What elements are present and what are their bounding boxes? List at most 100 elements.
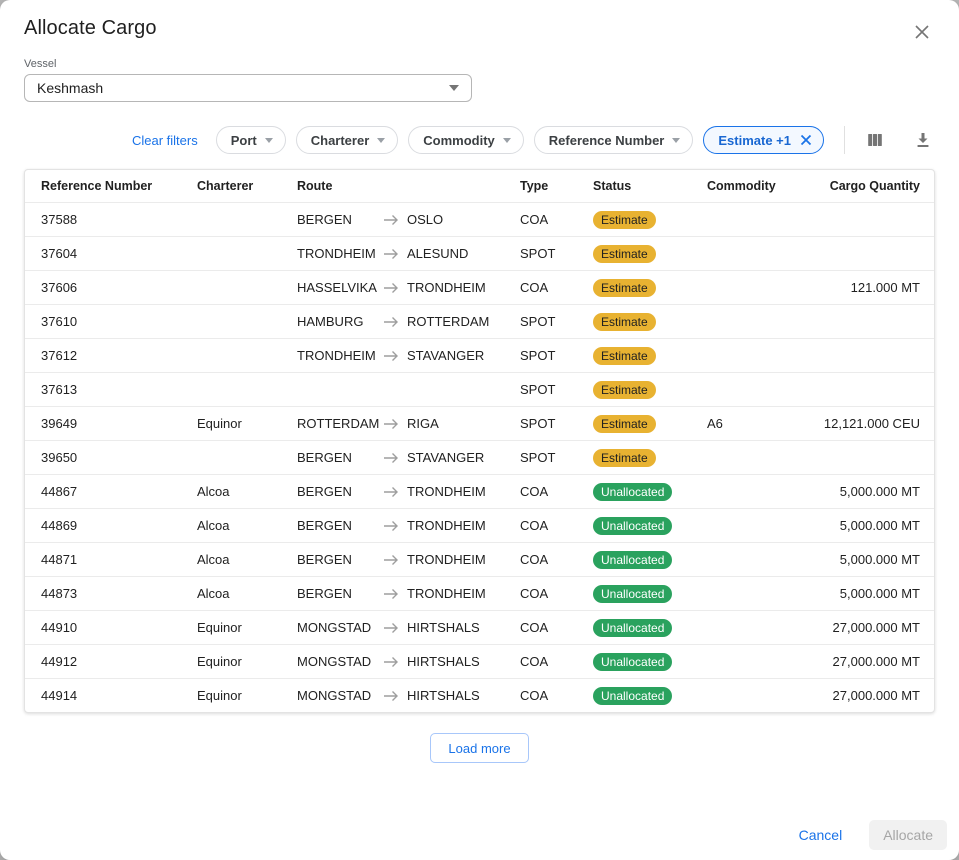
cell-charterer: Equinor bbox=[197, 688, 297, 703]
load-more-button[interactable]: Load more bbox=[430, 733, 528, 763]
status-badge: Unallocated bbox=[593, 551, 672, 569]
table-row[interactable]: 37610HAMBURGROTTERDAMSPOTEstimate bbox=[25, 304, 934, 338]
table-row[interactable]: 39650BERGENSTAVANGERSPOTEstimate bbox=[25, 440, 934, 474]
close-button[interactable] bbox=[909, 19, 935, 45]
filter-chip-commodity[interactable]: Commodity bbox=[408, 126, 524, 154]
cell-status: Estimate bbox=[593, 245, 707, 263]
table-row[interactable]: 44873AlcoaBERGENTRONDHEIMCOAUnallocated5… bbox=[25, 576, 934, 610]
download-button[interactable] bbox=[911, 128, 935, 152]
filter-chip-port[interactable]: Port bbox=[216, 126, 286, 154]
cell-reference-number: 44867 bbox=[41, 484, 197, 499]
status-badge: Estimate bbox=[593, 245, 656, 263]
route-destination: RIGA bbox=[407, 416, 439, 431]
cell-type: COA bbox=[520, 212, 593, 227]
cell-route: BERGENSTAVANGER bbox=[297, 450, 520, 465]
table-row[interactable]: 37612TRONDHEIMSTAVANGERSPOTEstimate bbox=[25, 338, 934, 372]
vessel-select-value: Keshmash bbox=[37, 80, 103, 96]
status-badge: Estimate bbox=[593, 313, 656, 331]
cell-route: MONGSTADHIRTSHALS bbox=[297, 688, 520, 703]
table-row[interactable]: 44869AlcoaBERGENTRONDHEIMCOAUnallocated5… bbox=[25, 508, 934, 542]
cell-cargo-quantity: 5,000.000 MT bbox=[817, 484, 920, 499]
route-arrow-icon bbox=[383, 214, 399, 226]
table-row[interactable]: 44912EquinorMONGSTADHIRTSHALSCOAUnalloca… bbox=[25, 644, 934, 678]
cell-status: Estimate bbox=[593, 347, 707, 365]
route-arrow-icon bbox=[383, 520, 399, 532]
route-arrow-icon bbox=[383, 622, 399, 634]
chevron-down-icon bbox=[377, 138, 385, 143]
route-origin: HASSELVIKA bbox=[297, 280, 383, 295]
vessel-label: Vessel bbox=[24, 58, 935, 70]
cell-status: Estimate bbox=[593, 313, 707, 331]
table-row[interactable]: 37604 TRONDHEIM ALESUND SPOTEstimate bbox=[25, 236, 934, 270]
table-row[interactable]: 44910EquinorMONGSTADHIRTSHALSCOAUnalloca… bbox=[25, 610, 934, 644]
filter-chip-reference-number[interactable]: Reference Number bbox=[534, 126, 694, 154]
cargo-table: Reference Number Charterer Route Type St… bbox=[24, 169, 935, 713]
route-arrow-icon bbox=[383, 282, 399, 294]
vessel-select[interactable]: Keshmash bbox=[24, 74, 472, 102]
close-icon bbox=[913, 29, 931, 44]
filter-chip-label: Port bbox=[231, 133, 257, 148]
cell-reference-number: 37604 bbox=[41, 246, 197, 261]
table-row[interactable]: 44871AlcoaBERGENTRONDHEIMCOAUnallocated5… bbox=[25, 542, 934, 576]
route-origin: HAMBURG bbox=[297, 314, 383, 329]
cell-route: BERGENTRONDHEIM bbox=[297, 552, 520, 567]
route-origin: MONGSTAD bbox=[297, 620, 383, 635]
route-destination: OSLO bbox=[407, 212, 443, 227]
filter-chip-charterer[interactable]: Charterer bbox=[296, 126, 399, 154]
cell-route: HASSELVIKA TRONDHEIM bbox=[297, 280, 520, 295]
cell-status: Unallocated bbox=[593, 653, 707, 671]
table-row[interactable]: 37588BERGENOSLOCOAEstimate bbox=[25, 202, 934, 236]
route-origin: TRONDHEIM bbox=[297, 246, 383, 261]
cell-status: Unallocated bbox=[593, 619, 707, 637]
remove-filter-icon[interactable] bbox=[799, 133, 813, 147]
cell-route: TRONDHEIM ALESUND bbox=[297, 246, 520, 261]
filter-chip-label: Commodity bbox=[423, 133, 495, 148]
status-badge: Unallocated bbox=[593, 585, 672, 603]
table-row[interactable]: 44867AlcoaBERGENTRONDHEIMCOAUnallocated5… bbox=[25, 474, 934, 508]
cell-reference-number: 39649 bbox=[41, 416, 197, 431]
route-destination: TRONDHEIM bbox=[407, 280, 486, 295]
cell-route: BERGENTRONDHEIM bbox=[297, 484, 520, 499]
columns-button[interactable] bbox=[863, 128, 887, 152]
status-badge: Estimate bbox=[593, 415, 656, 433]
cell-cargo-quantity: 12,121.000 CEU bbox=[817, 416, 920, 431]
active-filter-chip-label: Estimate +1 bbox=[718, 133, 791, 148]
cell-cargo-quantity: 121.000 MT bbox=[817, 280, 920, 295]
filter-chip-estimate-active[interactable]: Estimate +1 bbox=[703, 126, 824, 154]
table-row[interactable]: 37606HASSELVIKATRONDHEIMCOAEstimate121.0… bbox=[25, 270, 934, 304]
table-row[interactable]: 44914EquinorMONGSTADHIRTSHALSCOAUnalloca… bbox=[25, 678, 934, 712]
column-header-route: Route bbox=[297, 179, 520, 193]
toolbar-divider bbox=[844, 126, 845, 154]
cell-status: Unallocated bbox=[593, 483, 707, 501]
route-destination: ALESUND bbox=[407, 246, 468, 261]
cell-reference-number: 44869 bbox=[41, 518, 197, 533]
status-badge: Estimate bbox=[593, 381, 656, 399]
cell-cargo-quantity: 27,000.000 MT bbox=[817, 688, 920, 703]
column-header-cargo-quantity: Cargo Quantity bbox=[817, 179, 920, 193]
status-badge: Estimate bbox=[593, 347, 656, 365]
cell-type: COA bbox=[520, 688, 593, 703]
status-badge: Unallocated bbox=[593, 619, 672, 637]
cell-charterer: Equinor bbox=[197, 654, 297, 669]
route-destination: STAVANGER bbox=[407, 348, 484, 363]
cell-type: SPOT bbox=[520, 246, 593, 261]
status-badge: Estimate bbox=[593, 449, 656, 467]
route-origin: TRONDHEIM bbox=[297, 348, 383, 363]
cancel-button[interactable]: Cancel bbox=[799, 827, 843, 843]
route-destination: TRONDHEIM bbox=[407, 586, 486, 601]
allocate-button[interactable]: Allocate bbox=[869, 820, 947, 850]
cell-type: COA bbox=[520, 484, 593, 499]
clear-filters-button[interactable]: Clear filters bbox=[132, 133, 198, 148]
download-icon bbox=[913, 138, 933, 153]
cell-reference-number: 37606 bbox=[41, 280, 197, 295]
cell-route: TRONDHEIM STAVANGER bbox=[297, 348, 520, 363]
status-badge: Unallocated bbox=[593, 517, 672, 535]
cell-type: SPOT bbox=[520, 450, 593, 465]
table-row[interactable]: 37613SPOTEstimate bbox=[25, 372, 934, 406]
route-arrow-icon bbox=[383, 316, 399, 328]
table-row[interactable]: 39649EquinorROTTERDAMRIGASPOTEstimateA61… bbox=[25, 406, 934, 440]
route-origin: BERGEN bbox=[297, 518, 383, 533]
cell-route: BERGENOSLO bbox=[297, 212, 520, 227]
route-origin: BERGEN bbox=[297, 484, 383, 499]
status-badge: Unallocated bbox=[593, 483, 672, 501]
